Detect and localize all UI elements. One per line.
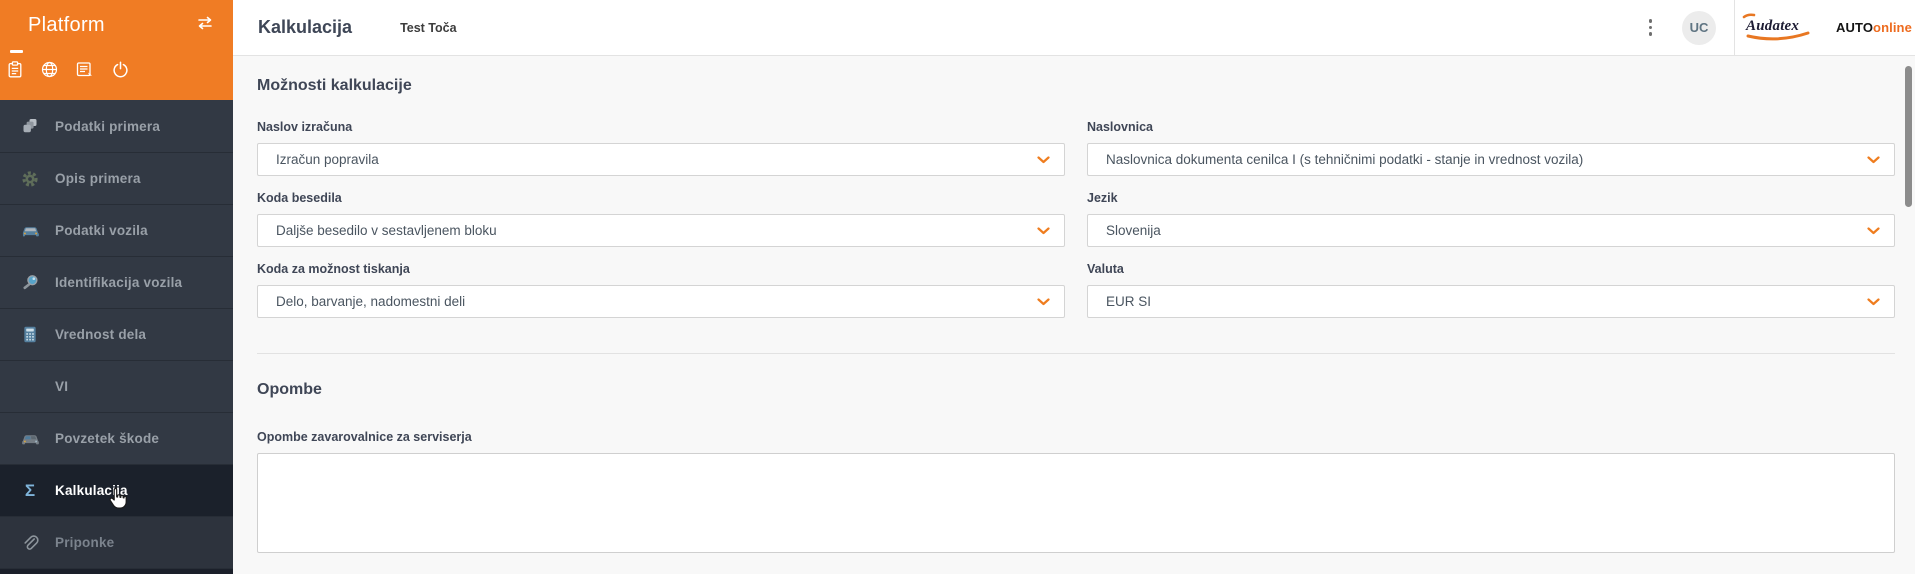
calculator-icon — [20, 326, 40, 343]
sidebar-item-label: Podatki primera — [55, 118, 161, 134]
valuta-select[interactable]: EUR SI — [1087, 285, 1895, 318]
sidebar: Platform Podatki primera Opis primera Po… — [0, 0, 233, 574]
field-label: Naslovnica — [1087, 120, 1154, 134]
swap-arrows-icon[interactable] — [195, 16, 215, 30]
field-label: Naslov izračuna — [257, 120, 353, 134]
field-label: Koda besedila — [257, 191, 342, 205]
sidebar-item-opis-primera[interactable]: Opis primera — [0, 152, 233, 204]
chevron-down-icon — [1037, 297, 1050, 305]
calculation-options-form: Naslov izračuna Izračun popravila Naslov… — [257, 120, 1895, 318]
damaged-car-icon — [20, 432, 40, 446]
sidebar-item-povzetek-skode[interactable]: Povzetek škode — [0, 412, 233, 464]
sidebar-item-label: VI — [55, 379, 69, 394]
brand-area: Audatex AUTOonline — [1735, 11, 1915, 45]
sidebar-item-identifikacija-vozila[interactable]: Identifikacija vozila — [0, 256, 233, 308]
field-naslov-izracuna: Naslov izračuna Izračun popravila — [257, 120, 1065, 176]
autoonline-logo-online: online — [1873, 20, 1912, 35]
sidebar-item-podatki-vozila[interactable]: Podatki vozila — [0, 204, 233, 256]
audatex-logo: Audatex — [1738, 11, 1820, 45]
section-title-notes: Opombe — [257, 381, 322, 398]
field-valuta: Valuta EUR SI — [1087, 262, 1895, 318]
globe-icon[interactable] — [41, 61, 58, 78]
page-title: Kalkulacija — [258, 17, 353, 37]
sidebar-header: Platform — [0, 0, 233, 100]
sidebar-menu: Podatki primera Opis primera Podatki voz… — [0, 100, 233, 574]
avatar[interactable]: UC — [1682, 10, 1716, 45]
sidebar-item-label: Identifikacija vozila — [55, 275, 183, 290]
section-title-calculation-options: Možnosti kalkulacije — [257, 77, 412, 94]
main-area: Kalkulacija Test Toča UC Audatex AUTOonl… — [233, 0, 1915, 574]
audatex-logo-text: Audatex — [1746, 17, 1800, 34]
kebab-menu-icon[interactable] — [1641, 13, 1661, 42]
top-bar: Kalkulacija Test Toča UC Audatex AUTOonl… — [233, 0, 1915, 56]
chevron-down-icon — [1867, 155, 1880, 163]
case-name: Test Toča — [400, 20, 457, 35]
chevron-down-icon — [1037, 226, 1050, 234]
section-divider — [257, 353, 1895, 354]
select-value: Delo, barvanje, nadomestni deli — [276, 294, 466, 309]
sidebar-item-label: Kalkulacija — [55, 483, 128, 498]
sidebar-item-kalkulacija[interactable]: Σ Kalkulacija — [0, 464, 233, 516]
jezik-select[interactable]: Slovenija — [1087, 214, 1895, 247]
field-label: Koda za možnost tiskanja — [257, 262, 410, 276]
select-value: Izračun popravila — [276, 152, 379, 167]
collapsed-menu-dash — [10, 50, 23, 53]
sidebar-item-label: Opis primera — [55, 171, 141, 186]
notes-textarea[interactable] — [257, 453, 1895, 553]
power-icon[interactable] — [112, 61, 129, 78]
sidebar-toolbar — [7, 61, 129, 78]
application-window: Platform Podatki primera Opis primera Po… — [0, 0, 1915, 574]
select-value: EUR SI — [1106, 294, 1152, 309]
naslovnica-select[interactable]: Naslovnica dokumenta cenilca I (s tehnič… — [1087, 143, 1895, 176]
sidebar-item-label: Podatki vozila — [55, 223, 148, 238]
sidebar-item-label: Priponke — [55, 535, 115, 550]
select-value: Daljše besedilo v sestavljenem bloku — [276, 223, 497, 238]
select-value: Slovenija — [1106, 223, 1161, 238]
koda-besedila-select[interactable]: Daljše besedilo v sestavljenem bloku — [257, 214, 1065, 247]
vertical-scrollbar-thumb[interactable] — [1905, 66, 1912, 207]
notes-field-label: Opombe zavarovalnice za serviserja — [257, 430, 472, 444]
autoonline-logo: AUTOonline — [1836, 20, 1912, 35]
sidebar-item-label: Povzetek škode — [55, 431, 160, 446]
form-icon[interactable] — [76, 61, 94, 78]
select-value: Naslovnica dokumenta cenilca I (s tehnič… — [1106, 152, 1584, 167]
clipboard-icon[interactable] — [7, 61, 23, 78]
sidebar-item-vi[interactable]: VI — [0, 360, 233, 412]
field-label: Jezik — [1087, 191, 1118, 205]
magnifier-icon — [20, 274, 40, 291]
cubes-icon — [20, 118, 40, 134]
car-icon — [20, 224, 40, 238]
gear-icon — [20, 170, 40, 188]
chevron-down-icon — [1867, 297, 1880, 305]
autoonline-logo-auto: AUTO — [1836, 20, 1874, 35]
sigma-icon: Σ — [24, 481, 36, 500]
chevron-down-icon — [1037, 155, 1050, 163]
sidebar-item-podatki-primera[interactable]: Podatki primera — [0, 100, 233, 152]
field-jezik: Jezik Slovenija — [1087, 191, 1895, 247]
koda-za-moznost-tiskanja-select[interactable]: Delo, barvanje, nadomestni deli — [257, 285, 1065, 318]
chevron-down-icon — [1867, 226, 1880, 234]
naslov-izracuna-select[interactable]: Izračun popravila — [257, 143, 1065, 176]
sidebar-item-priponke[interactable]: Priponke — [0, 516, 233, 568]
sidebar-footer-space — [0, 568, 233, 574]
field-label: Valuta — [1087, 262, 1124, 276]
sidebar-item-label: Vrednost dela — [55, 327, 147, 342]
field-naslovnica: Naslovnica Naslovnica dokumenta cenilca … — [1087, 120, 1895, 176]
content-panel: Možnosti kalkulacije Naslov izračuna Izr… — [233, 56, 1915, 574]
paperclip-icon — [20, 534, 40, 552]
field-koda-besedila: Koda besedila Daljše besedilo v sestavlj… — [257, 191, 1065, 247]
field-koda-za-moznost-tiskanja: Koda za možnost tiskanja Delo, barvanje,… — [257, 262, 1065, 318]
sidebar-item-vrednost-dela[interactable]: Vrednost dela — [0, 308, 233, 360]
